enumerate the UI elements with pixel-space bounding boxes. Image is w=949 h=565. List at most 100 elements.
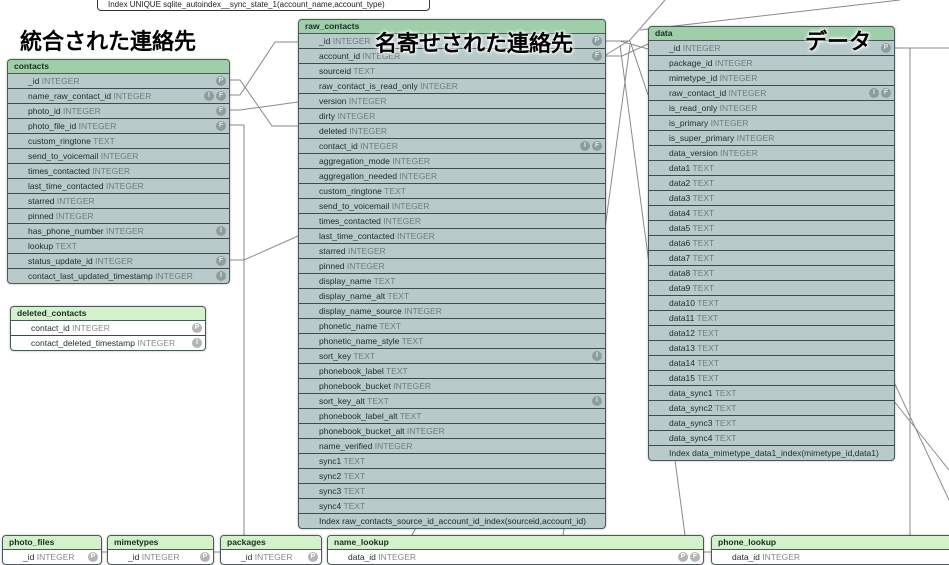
column-row[interactable]: _id INTEGER P [108,550,213,564]
column-row[interactable]: data5 TEXT [649,221,894,236]
column-row[interactable]: custom_ringtone TEXT [8,134,229,149]
column-row[interactable]: aggregation_mode INTEGER [299,154,605,169]
column-row[interactable]: data_sync4 TEXT [649,431,894,446]
column-row[interactable]: _id INTEGER P [3,550,101,564]
table-header[interactable]: phone_lookup [712,536,949,550]
column-row[interactable]: display_name_alt TEXT [299,289,605,304]
column-row[interactable]: name_verified INTEGER [299,439,605,454]
table-deleted-contacts[interactable]: deleted_contacts contact_id INTEGER Pconta… [10,306,206,351]
column-row[interactable]: version INTEGER [299,94,605,109]
column-row[interactable]: is_primary INTEGER [649,116,894,131]
column-row[interactable]: custom_ringtone TEXT [299,184,605,199]
column-row[interactable]: starred INTEGER [8,194,229,209]
column-row[interactable]: raw_contact_is_read_only INTEGER [299,79,605,94]
column-row[interactable]: phonebook_bucket_alt INTEGER [299,424,605,439]
column-row[interactable]: data_sync1 TEXT [649,386,894,401]
table-header[interactable]: mimetypes [108,536,213,550]
column-row[interactable]: phonebook_label TEXT [299,364,605,379]
table-data[interactable]: data _id INTEGER Ppackage_id INTEGER mimety… [648,26,895,461]
column-row[interactable]: data13 TEXT [649,341,894,356]
column-row[interactable]: display_name_source INTEGER [299,304,605,319]
column-row[interactable]: photo_id INTEGER F [8,104,229,119]
column-row[interactable]: send_to_voicemail INTEGER [299,199,605,214]
column-row[interactable]: data4 TEXT [649,206,894,221]
column-name: raw_contact_id [669,88,727,98]
column-row[interactable]: last_time_contacted INTEGER [299,229,605,244]
column-row[interactable]: dirty INTEGER [299,109,605,124]
column-row[interactable]: phonebook_bucket INTEGER [299,379,605,394]
table-photo-files[interactable]: photo_files _id INTEGER P [2,535,102,565]
column-row[interactable]: is_super_primary INTEGER [649,131,894,146]
column-row[interactable]: data8 TEXT [649,266,894,281]
column-row[interactable]: sync4 TEXT [299,499,605,514]
column-row[interactable]: deleted INTEGER [299,124,605,139]
column-row[interactable]: has_phone_number INTEGER I [8,224,229,239]
table-header[interactable]: photo_files [3,536,101,550]
column-row[interactable]: is_read_only INTEGER [649,101,894,116]
table-name-lookup[interactable]: name_lookup data_id INTEGER P F [327,535,704,565]
column-row[interactable]: contact_last_updated_timestamp INTEGER I [8,269,229,283]
column-row[interactable]: sync2 TEXT [299,469,605,484]
column-name: mimetype_id [669,73,718,83]
foreign-key-icon: F [690,552,700,562]
column-row[interactable]: contact_id INTEGER I F [299,139,605,154]
column-row[interactable]: sync1 TEXT [299,454,605,469]
column-row[interactable]: data_version INTEGER [649,146,894,161]
column-row[interactable]: raw_contact_id INTEGER I F [649,86,894,101]
column-row[interactable]: data12 TEXT [649,326,894,341]
index-row[interactable]: Index data_mimetype_data1_index(mimetype… [649,446,894,460]
column-name: starred [28,196,55,206]
column-row[interactable]: data10 TEXT [649,296,894,311]
column-row[interactable]: times_contacted INTEGER [299,214,605,229]
table-header[interactable]: deleted_contacts [11,307,205,321]
table-header[interactable]: contacts [8,60,229,74]
column-row[interactable]: starred INTEGER [299,244,605,259]
column-row[interactable]: contact_id INTEGER P [11,321,205,336]
column-row[interactable]: data15 TEXT [649,371,894,386]
column-row[interactable]: sort_key_alt TEXT I [299,394,605,409]
column-row[interactable]: aggregation_needed INTEGER [299,169,605,184]
column-row[interactable]: display_name TEXT [299,274,605,289]
column-row[interactable]: _id INTEGER P [8,74,229,89]
column-row[interactable]: data7 TEXT [649,251,894,266]
column-row[interactable]: photo_file_id INTEGER F [8,119,229,134]
column-row[interactable]: data_sync3 TEXT [649,416,894,431]
column-row[interactable]: _id INTEGER P [221,550,321,564]
column-row[interactable]: data_sync2 TEXT [649,401,894,416]
column-row[interactable]: data6 TEXT [649,236,894,251]
column-row[interactable]: data9 TEXT [649,281,894,296]
column-row[interactable]: name_raw_contact_id INTEGER I F [8,89,229,104]
table-raw-contacts[interactable]: raw_contacts _id INTEGER Paccount_id INTEG… [298,19,606,529]
column-row[interactable]: sort_key TEXT I [299,349,605,364]
table-header[interactable]: name_lookup [328,536,703,550]
column-row[interactable]: data3 TEXT [649,191,894,206]
index-row[interactable]: Index raw_contacts_source_id_account_id_… [299,514,605,528]
column-row[interactable]: data14 TEXT [649,356,894,371]
table-mimetypes[interactable]: mimetypes _id INTEGER P [107,535,214,565]
column-row[interactable]: package_id INTEGER [649,56,894,71]
column-row[interactable]: contact_deleted_timestamp INTEGER I [11,336,205,350]
column-row[interactable]: mimetype_id INTEGER [649,71,894,86]
primary-key-icon: P [216,76,226,86]
column-row[interactable]: data11 TEXT [649,311,894,326]
column-row[interactable]: last_time_contacted INTEGER [8,179,229,194]
table-contacts[interactable]: contacts _id INTEGER Pname_raw_contact_id … [7,59,230,284]
column-row[interactable]: data1 TEXT [649,161,894,176]
column-row[interactable]: phonetic_name_style TEXT [299,334,605,349]
column-row[interactable]: status_update_id INTEGER F [8,254,229,269]
column-row[interactable]: phonebook_label_alt TEXT [299,409,605,424]
table-header[interactable]: packages [221,536,321,550]
column-row[interactable]: pinned INTEGER [299,259,605,274]
column-row[interactable]: times_contacted INTEGER [8,164,229,179]
column-row[interactable]: lookup TEXT [8,239,229,254]
table-phone-lookup[interactable]: phone_lookup data_id INTEGER [711,535,949,565]
column-row[interactable]: pinned INTEGER [8,209,229,224]
column-row[interactable]: sync3 TEXT [299,484,605,499]
column-row[interactable]: data_id INTEGER [712,550,949,564]
column-row[interactable]: phonetic_name TEXT [299,319,605,334]
column-row[interactable]: data2 TEXT [649,176,894,191]
column-row[interactable]: sourceid TEXT [299,64,605,79]
column-row[interactable]: send_to_voicemail INTEGER [8,149,229,164]
table-packages[interactable]: packages _id INTEGER P [220,535,322,565]
column-row[interactable]: data_id INTEGER P F [328,550,703,564]
